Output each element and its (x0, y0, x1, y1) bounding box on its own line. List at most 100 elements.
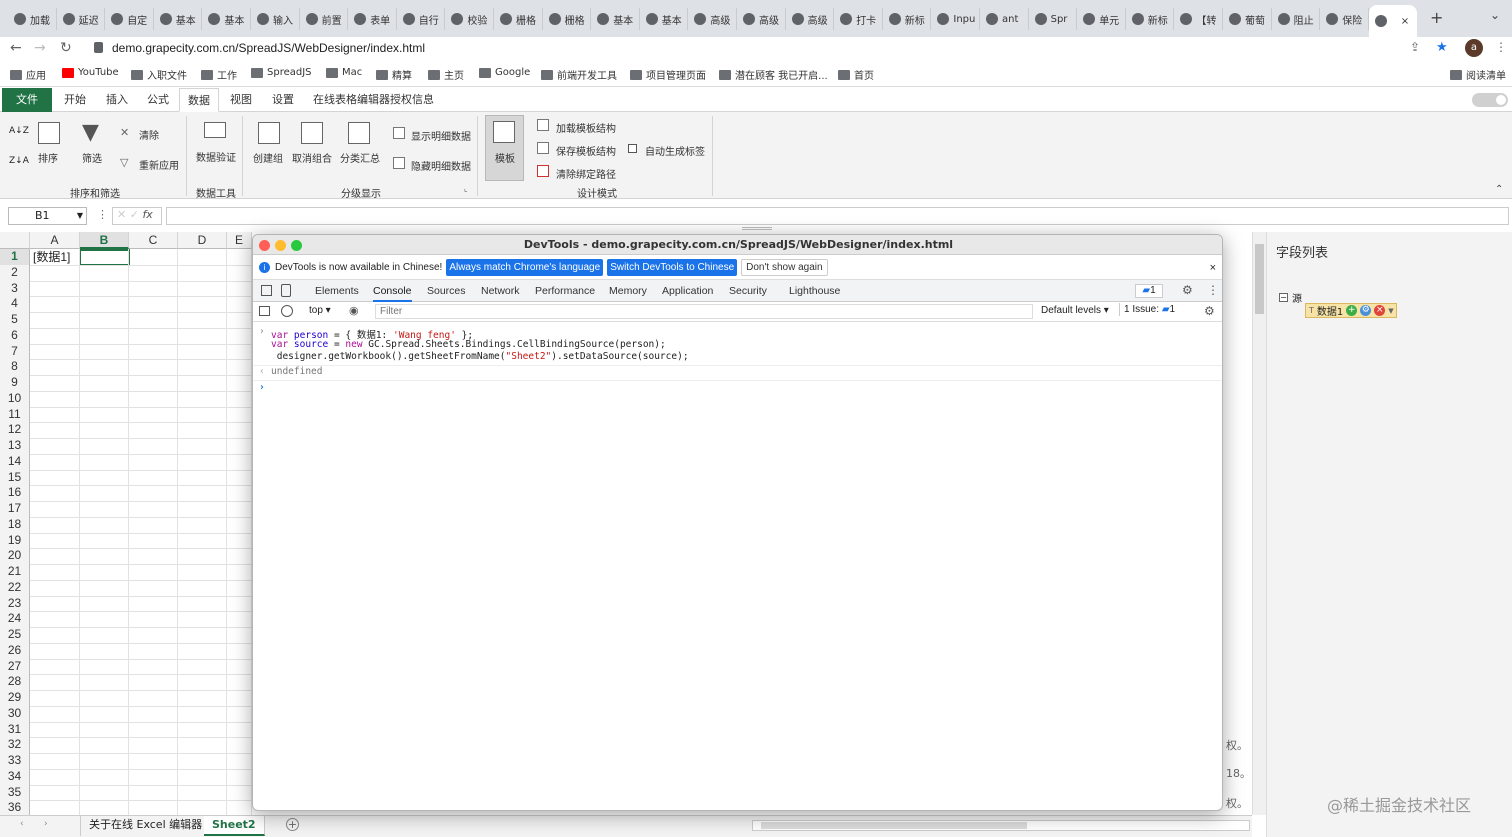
formula-input[interactable] (166, 207, 1509, 225)
browser-tab[interactable]: 校验 (445, 8, 494, 30)
bookmark-item[interactable]: SpreadJS (251, 67, 312, 78)
close-window-button[interactable] (259, 240, 270, 251)
browser-tab[interactable]: × (1368, 5, 1418, 37)
prev-sheet-icon[interactable]: ‹ (20, 819, 24, 829)
bookmark-item[interactable]: 工作 (201, 67, 237, 82)
row-header[interactable]: 27 (0, 658, 30, 675)
row-header[interactable]: 24 (0, 611, 30, 627)
tree-root[interactable]: − 源 (1279, 290, 1302, 305)
devtools-tab[interactable]: Elements (315, 280, 359, 302)
bookmark-item[interactable]: 项目管理页面 (630, 67, 706, 82)
bookmark-item[interactable]: 首页 (838, 67, 874, 82)
device-toolbar-icon[interactable] (281, 284, 291, 297)
bookmark-item[interactable]: 应用 (10, 67, 46, 82)
column-header[interactable]: D (178, 232, 227, 249)
row-header[interactable]: 28 (0, 674, 30, 690)
browser-tab[interactable]: 保险 (1320, 8, 1369, 30)
collapse-icon[interactable]: − (1279, 293, 1288, 302)
browser-tab[interactable]: 单元 (1077, 8, 1126, 30)
browser-tab[interactable]: 高级 (786, 8, 835, 30)
ribbon-tab[interactable]: 文件 (2, 88, 52, 112)
hide-detail-button[interactable]: 隐藏明细数据 (411, 158, 471, 173)
horizontal-scrollbar[interactable] (752, 820, 1250, 831)
devtools-tab[interactable]: Network (481, 280, 520, 302)
row-header[interactable]: 34 (0, 768, 30, 785)
menu-icon[interactable]: ⋮ (1495, 40, 1507, 54)
maximize-window-button[interactable] (291, 240, 302, 251)
reload-icon[interactable]: ↻ (60, 40, 72, 56)
browser-tab[interactable]: 阻止 (1272, 8, 1321, 30)
row-header[interactable]: 14 (0, 453, 30, 470)
console-prompt-icon[interactable]: › (259, 382, 265, 393)
bookmark-item[interactable]: 前端开发工具 (541, 67, 617, 82)
row-header[interactable]: 3 (0, 280, 30, 297)
browser-tab[interactable]: ant (980, 8, 1029, 30)
dont-show-again-button[interactable]: Don't show again (741, 259, 828, 276)
ribbon-tab[interactable]: 公式 (139, 88, 177, 112)
row-header[interactable]: 18 (0, 516, 30, 533)
scrollbar-thumb[interactable] (761, 822, 1027, 829)
share-icon[interactable]: ⇪ (1410, 40, 1420, 54)
create-group-icon[interactable] (258, 122, 280, 144)
browser-tab[interactable]: 基本 (640, 8, 689, 30)
browser-tab[interactable]: 高级 (688, 8, 737, 30)
ribbon-tab[interactable]: 视图 (222, 88, 260, 112)
sheet-tab-sheet2[interactable]: Sheet2 (204, 816, 265, 836)
sort-icon[interactable] (38, 122, 60, 144)
sort-descending-icon[interactable]: Z↓A (9, 156, 29, 168)
row-header[interactable]: 5 (0, 312, 30, 328)
row-header[interactable]: 30 (0, 705, 30, 722)
browser-tab[interactable]: 基本 (202, 8, 251, 30)
bookmark-item[interactable]: 精算 (376, 67, 412, 82)
browser-tab[interactable]: 延迟 (57, 8, 106, 30)
reapply-button[interactable]: 重新应用 (139, 157, 179, 172)
live-expression-eye-icon[interactable]: ◉ (349, 304, 359, 317)
tab-search-icon[interactable]: ⌄ (1490, 8, 1500, 22)
browser-tab[interactable]: 打卡 (834, 8, 883, 30)
browser-tab[interactable]: 新标 (1126, 8, 1175, 30)
next-sheet-icon[interactable]: › (44, 819, 48, 829)
console-output[interactable]: › var person = { 数据1: 'Wang feng' }; var… (253, 323, 1222, 803)
name-box[interactable]: B1 ▼ (8, 207, 87, 225)
settings-field-icon[interactable]: ⚙ (1360, 305, 1372, 316)
template-button[interactable]: 模板 (485, 115, 524, 181)
switch-chinese-button[interactable]: Switch DevTools to Chinese (607, 259, 738, 276)
row-header[interactable]: 29 (0, 690, 30, 706)
log-levels-dropdown[interactable]: Default levels ▾ (1041, 305, 1109, 316)
devtools-tab[interactable]: Sources (427, 280, 466, 302)
ribbon-tab[interactable]: 数据 (179, 88, 219, 112)
load-template-button[interactable]: 加载模板结构 (556, 120, 616, 135)
row-header[interactable]: 9 (0, 375, 30, 391)
row-header[interactable]: 16 (0, 485, 30, 501)
sidebar-toggle-icon[interactable] (259, 306, 270, 316)
row-header[interactable]: 12 (0, 422, 30, 438)
ungroup-button[interactable]: 取消组合 (292, 150, 332, 165)
more-options-icon[interactable]: ⋮ (1207, 283, 1219, 297)
devtools-tab[interactable]: Security (729, 280, 767, 302)
bookmark-item[interactable]: 潜在顾客 我已开启... (719, 67, 828, 82)
bookmark-item[interactable]: 主页 (428, 67, 464, 82)
data-validation-button[interactable]: 数据验证 (196, 149, 236, 164)
dialog-launcher-icon[interactable]: ⌞ (464, 184, 468, 193)
corner-header[interactable] (0, 232, 30, 249)
cell-a1[interactable]: [数据1] (31, 249, 79, 265)
browser-tab[interactable]: 新标 (883, 8, 932, 30)
clear-binding-path-button[interactable]: 清除绑定路径 (556, 166, 616, 181)
bookmark-item[interactable]: Mac (326, 67, 362, 78)
splitter-handle[interactable] (742, 227, 772, 230)
row-header[interactable]: 20 (0, 548, 30, 564)
name-box-dropdown-icon[interactable]: ▼ (77, 208, 83, 224)
row-header[interactable]: 13 (0, 438, 30, 454)
profile-avatar[interactable]: a (1465, 39, 1483, 57)
sheet-tab-about[interactable]: 关于在线 Excel 编辑器 (80, 816, 212, 836)
bookmark-star-icon[interactable]: ★ (1436, 40, 1448, 55)
bookmark-item[interactable]: Google (479, 67, 530, 78)
browser-tab[interactable]: 自定 (105, 8, 154, 30)
row-header[interactable]: 21 (0, 564, 30, 580)
subtotal-icon[interactable] (348, 122, 370, 144)
data-validation-icon[interactable] (204, 122, 226, 138)
url-field[interactable]: demo.grapecity.com.cn/SpreadJS/WebDesign… (112, 41, 425, 55)
add-field-icon[interactable]: + (1346, 305, 1358, 316)
field-item[interactable]: T 数据1 + ⚙ × ▼ (1305, 303, 1397, 318)
row-header[interactable]: 31 (0, 721, 30, 738)
